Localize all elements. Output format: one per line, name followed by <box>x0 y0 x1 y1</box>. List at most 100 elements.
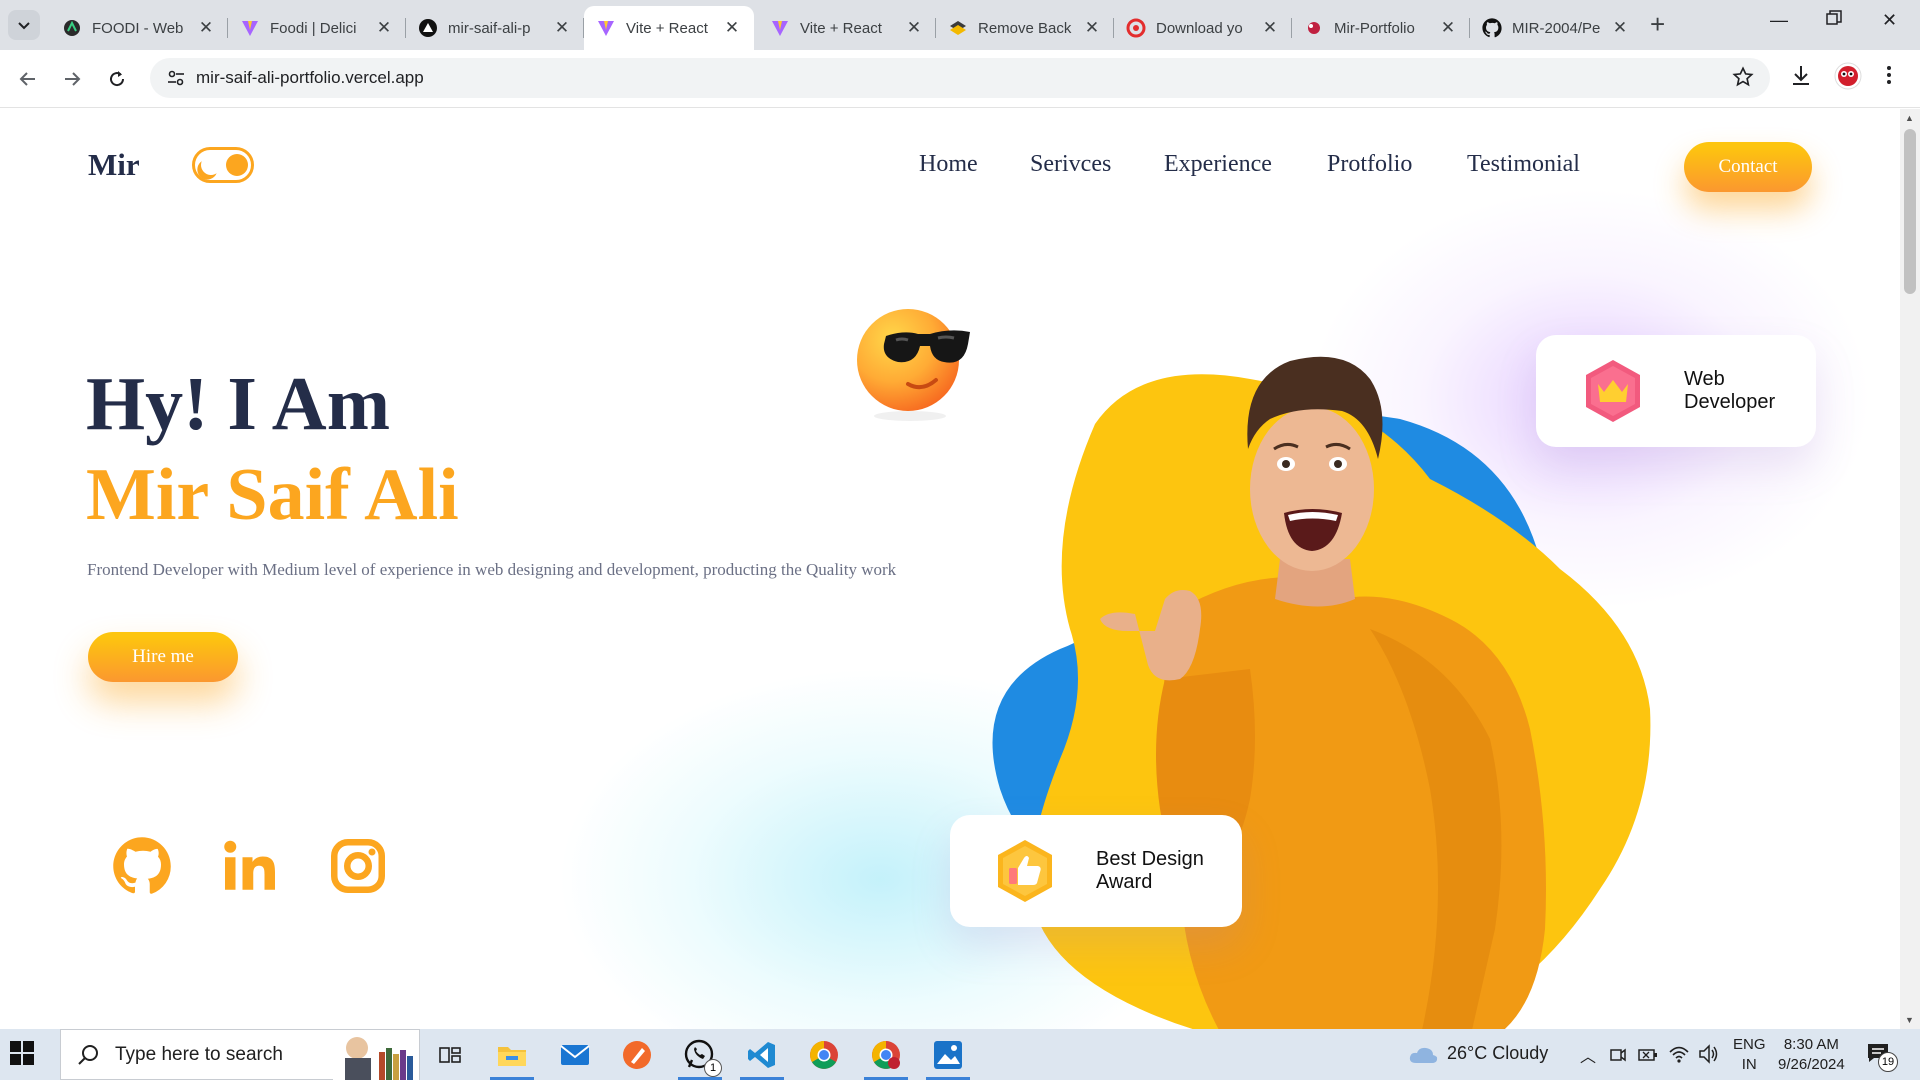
browser-toolbar: mir-saif-ali-portfolio.vercel.app <box>0 50 1920 108</box>
foodi-icon <box>62 18 82 38</box>
vite-icon <box>240 18 260 38</box>
mail-icon[interactable] <box>557 1037 593 1073</box>
tab-title: Mir-Portfolio <box>1334 19 1415 37</box>
bookmark-star-icon[interactable] <box>1732 66 1754 93</box>
language-indicator[interactable]: ENG IN <box>1733 1035 1766 1075</box>
close-icon[interactable]: ✕ <box>722 18 742 38</box>
drawing-app-icon[interactable] <box>619 1037 655 1073</box>
contact-button[interactable]: Contact <box>1684 142 1812 192</box>
reload-icon <box>110 71 125 87</box>
crown-icon <box>1586 360 1640 422</box>
tab-search-button[interactable] <box>8 10 40 40</box>
search-icon <box>78 1044 98 1065</box>
nav-portfolio[interactable]: Protfolio <box>1327 151 1412 178</box>
scroll-up-arrow-icon[interactable]: ▲ <box>1905 113 1914 123</box>
more-menu-icon[interactable] <box>1886 64 1892 91</box>
close-icon[interactable]: ✕ <box>374 18 394 38</box>
language-code: ENG <box>1733 1036 1766 1053</box>
reload-button[interactable] <box>103 65 131 93</box>
chevron-up-icon[interactable]: ︿ <box>1580 1043 1596 1067</box>
site-info-icon[interactable] <box>156 69 196 87</box>
instagram-icon[interactable] <box>328 836 388 896</box>
browser-tab[interactable]: mir-saif-ali-p ✕ <box>406 6 584 50</box>
file-explorer-icon[interactable] <box>494 1037 530 1073</box>
windows-start-icon[interactable] <box>10 1041 34 1070</box>
scrollbar-thumb[interactable] <box>1904 129 1916 294</box>
photos-icon[interactable] <box>930 1037 966 1073</box>
nav-experience[interactable]: Experience <box>1164 151 1272 178</box>
region-code: IN <box>1741 1056 1757 1073</box>
tab-title: MIR-2004/Pe <box>1512 19 1601 37</box>
browser-tab[interactable]: Mir-Portfolio ✕ <box>1292 6 1470 50</box>
site-logo[interactable]: Mir <box>88 147 140 183</box>
meet-now-icon[interactable] <box>1610 1046 1626 1064</box>
clock-time: 8:30 AM <box>1783 1036 1839 1053</box>
back-button[interactable] <box>14 65 42 93</box>
forward-button[interactable] <box>58 65 86 93</box>
minimize-button[interactable]: — <box>1770 10 1788 31</box>
close-icon[interactable]: ✕ <box>1260 18 1280 38</box>
card-title-line: Award <box>1096 871 1153 893</box>
scroll-down-arrow-icon[interactable]: ▼ <box>1905 1015 1914 1025</box>
nav-home[interactable]: Home <box>919 151 978 178</box>
weather-text[interactable]: 26°C Cloudy <box>1447 1043 1548 1064</box>
nav-testimonial[interactable]: Testimonial <box>1467 151 1580 178</box>
card-title-line: Best Design <box>1096 848 1204 870</box>
close-icon[interactable]: ✕ <box>1610 18 1630 38</box>
browser-tab[interactable]: MIR-2004/Pe ✕ <box>1470 6 1642 50</box>
nav-services[interactable]: Serivces <box>1030 151 1111 178</box>
linkedin-icon[interactable] <box>220 836 280 896</box>
browser-tab[interactable]: Foodi | Delici ✕ <box>228 6 406 50</box>
hire-me-button[interactable]: Hire me <box>88 632 238 682</box>
profile-avatar[interactable] <box>1834 62 1862 95</box>
browser-tab[interactable]: Download yo ✕ <box>1114 6 1292 50</box>
close-icon[interactable]: ✕ <box>904 18 924 38</box>
system-clock[interactable]: 8:30 AM 9/26/2024 <box>1778 1035 1845 1075</box>
url-text: mir-saif-ali-portfolio.vercel.app <box>196 68 424 87</box>
card-title-line: Developer <box>1684 391 1776 413</box>
thumbs-up-icon <box>998 840 1052 902</box>
browser-tab[interactable]: Remove Back ✕ <box>936 6 1114 50</box>
volume-icon[interactable] <box>1698 1044 1720 1064</box>
toggle-knob <box>226 154 248 176</box>
search-highlight-image-icon <box>333 1030 419 1080</box>
browser-tab[interactable]: Vite + React ✕ <box>758 6 936 50</box>
close-icon[interactable]: ✕ <box>552 18 572 38</box>
battery-icon[interactable] <box>1638 1046 1658 1064</box>
notifications-icon[interactable]: 19 <box>1866 1042 1898 1072</box>
close-icon[interactable]: ✕ <box>196 18 216 38</box>
close-icon[interactable]: ✕ <box>1082 18 1102 38</box>
browser-tab-strip: FOODI - Web ✕ Foodi | Delici ✕ mir-saif-… <box>0 0 1920 50</box>
web-developer-card: Web Developer <box>1536 335 1816 447</box>
browser-tab-active[interactable]: Vite + React ✕ <box>584 6 754 50</box>
window-close-button[interactable]: ✕ <box>1882 10 1897 31</box>
theme-toggle[interactable] <box>192 147 254 183</box>
whatsapp-icon[interactable]: 1 <box>682 1037 722 1077</box>
tab-title: Vite + React <box>800 19 882 37</box>
vite-icon <box>596 18 616 38</box>
downloads-icon[interactable] <box>1790 64 1812 93</box>
chrome-icon[interactable] <box>806 1037 842 1073</box>
restore-button[interactable] <box>1826 10 1842 31</box>
restore-icon <box>1826 10 1842 25</box>
chrome-profile-icon[interactable] <box>868 1037 904 1073</box>
vscode-icon[interactable] <box>744 1037 780 1073</box>
cloudy-weather-icon <box>1409 1047 1438 1063</box>
vercel-icon <box>418 18 438 38</box>
tab-title: mir-saif-ali-p <box>448 19 531 37</box>
new-tab-button[interactable]: + <box>1650 11 1665 37</box>
notification-count-badge: 19 <box>1878 1052 1898 1072</box>
notification-badge: 1 <box>704 1059 722 1077</box>
search-placeholder: Type here to search <box>115 1043 283 1065</box>
close-icon[interactable]: ✕ <box>1438 18 1458 38</box>
github-icon[interactable] <box>112 836 172 896</box>
taskbar-search-box[interactable]: Type here to search <box>60 1029 420 1080</box>
tab-title: Download yo <box>1156 19 1243 37</box>
tab-title: Remove Back <box>978 19 1072 37</box>
wifi-icon[interactable] <box>1668 1044 1690 1064</box>
tab-title: FOODI - Web <box>92 19 184 37</box>
page-scrollbar[interactable]: ▲ ▼ <box>1900 109 1920 1029</box>
address-bar[interactable]: mir-saif-ali-portfolio.vercel.app <box>150 58 1770 98</box>
browser-tab[interactable]: FOODI - Web ✕ <box>50 6 228 50</box>
task-view-icon[interactable] <box>432 1037 468 1073</box>
